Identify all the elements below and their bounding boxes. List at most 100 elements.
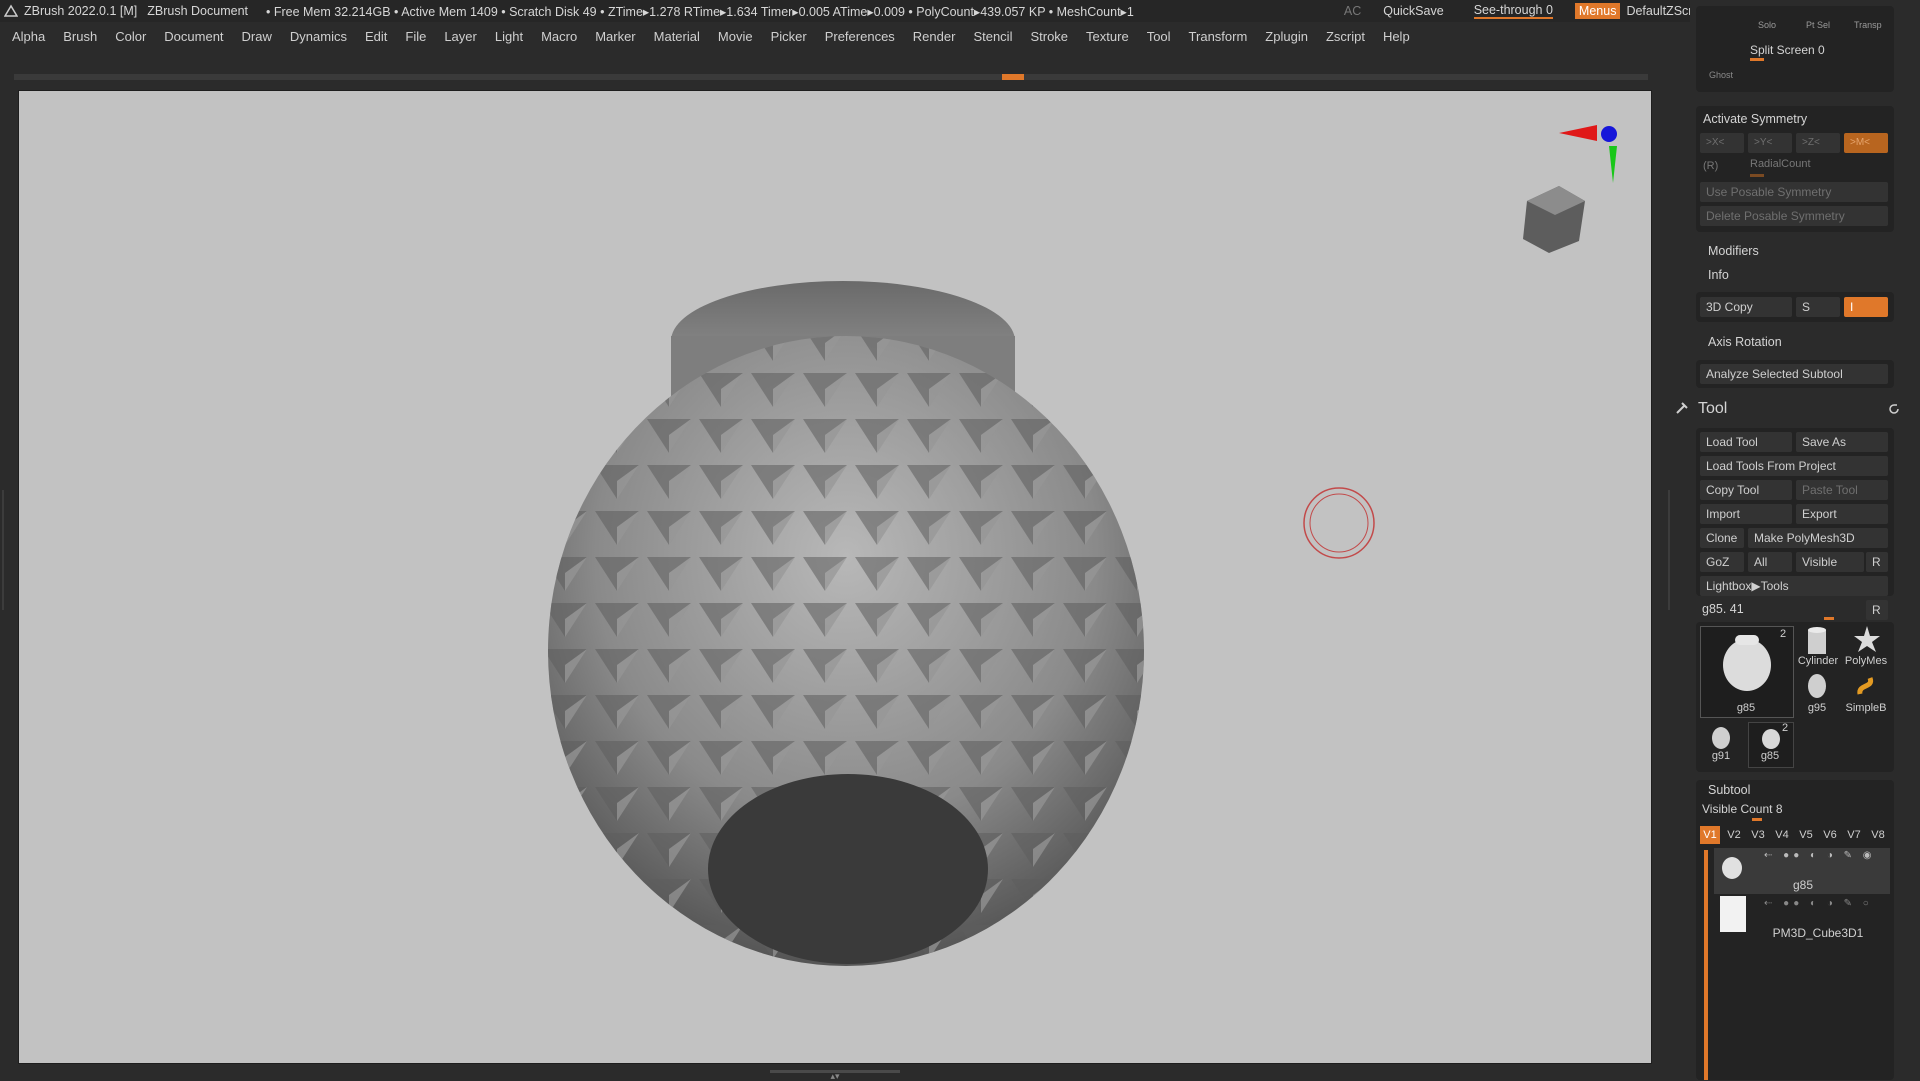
ptsel-button[interactable]: Pt Sel: [1806, 20, 1830, 30]
subtool-header[interactable]: Subtool: [1708, 783, 1750, 797]
ghost-button[interactable]: Ghost: [1709, 70, 1733, 80]
save-as-button[interactable]: Save As: [1796, 432, 1888, 452]
zbrush-logo-icon: [4, 4, 18, 17]
g95-thumb-icon[interactable]: [1806, 672, 1828, 702]
menu-document[interactable]: Document: [164, 29, 223, 44]
menu-macro[interactable]: Macro: [541, 29, 577, 44]
sym-r-toggle[interactable]: (R): [1703, 160, 1718, 172]
canvas-viewport[interactable]: [18, 90, 1652, 1064]
current-tool-slider[interactable]: g85. 41: [1702, 602, 1744, 616]
goz-button[interactable]: GoZ: [1700, 552, 1744, 572]
split-screen-slider[interactable]: Split Screen 0: [1750, 43, 1825, 57]
subtool-tab-v1[interactable]: V1: [1700, 826, 1720, 844]
export-button[interactable]: Export: [1796, 504, 1888, 524]
subtool-tab-v3[interactable]: V3: [1748, 826, 1768, 844]
subtool-tab-v4[interactable]: V4: [1772, 826, 1792, 844]
load-tools-from-project-button[interactable]: Load Tools From Project: [1700, 456, 1888, 476]
make-polymesh3d-button[interactable]: Make PolyMesh3D: [1748, 528, 1888, 548]
menu-marker[interactable]: Marker: [595, 29, 635, 44]
radial-count-slider-fill: [1750, 174, 1764, 177]
timeline-track[interactable]: [14, 74, 1648, 80]
tool-r-button[interactable]: R: [1866, 600, 1888, 620]
goz-r-button[interactable]: R: [1866, 552, 1888, 572]
menu-file[interactable]: File: [405, 29, 426, 44]
menu-stencil[interactable]: Stencil: [973, 29, 1012, 44]
polymesh-star-icon[interactable]: [1852, 624, 1882, 658]
axis-rotation-header[interactable]: Axis Rotation: [1708, 335, 1782, 349]
menu-alpha[interactable]: Alpha: [12, 29, 45, 44]
tool-thumb-simpleb-label: SimpleB: [1845, 702, 1887, 714]
copy3d-s-button[interactable]: S: [1796, 297, 1840, 317]
subtool-item[interactable]: ⇠ ●● ◐ ◑ ✎ ◉ g85: [1714, 848, 1890, 894]
menu-zscript[interactable]: Zscript: [1326, 29, 1365, 44]
simpleb-brush-icon[interactable]: [1854, 672, 1880, 702]
paste-tool-button[interactable]: Paste Tool: [1796, 480, 1888, 500]
menu-light[interactable]: Light: [495, 29, 523, 44]
tool-thumb-cylinder-label: Cylinder: [1797, 655, 1839, 667]
see-through-slider[interactable]: See-through 0: [1473, 3, 1553, 19]
subtool-tab-v6[interactable]: V6: [1820, 826, 1840, 844]
right-tray-handle[interactable]: [1660, 490, 1670, 610]
load-tool-button[interactable]: Load Tool: [1700, 432, 1792, 452]
menu-preferences[interactable]: Preferences: [825, 29, 895, 44]
tool-palette-title[interactable]: Tool: [1698, 400, 1727, 418]
sym-z-button[interactable]: >Z<: [1796, 133, 1840, 153]
subtool-scrollbar[interactable]: [1704, 850, 1708, 1080]
menu-transform[interactable]: Transform: [1189, 29, 1248, 44]
quicksave-button[interactable]: QuickSave: [1383, 4, 1443, 18]
menu-draw[interactable]: Draw: [242, 29, 272, 44]
subtool-item[interactable]: ⇠ ●● ◐ ◑ ✎ ○ PM3D_Cube3D1: [1714, 896, 1890, 942]
subtool-visibility-icons[interactable]: ⇠ ●● ◐ ◑ ✎ ◉: [1764, 850, 1876, 861]
activate-symmetry-button[interactable]: Activate Symmetry: [1703, 112, 1807, 126]
menu-material[interactable]: Material: [654, 29, 700, 44]
transp-button[interactable]: Transp: [1854, 20, 1882, 30]
lightbox-tools-button[interactable]: Lightbox▶Tools: [1700, 576, 1888, 596]
copy-tool-button[interactable]: Copy Tool: [1700, 480, 1792, 500]
menu-zplugin[interactable]: Zplugin: [1265, 29, 1308, 44]
subtool-tab-v2[interactable]: V2: [1724, 826, 1744, 844]
cylinder-thumb-icon[interactable]: [1802, 624, 1832, 658]
subtool-tab-v5[interactable]: V5: [1796, 826, 1816, 844]
subtool-tab-v8[interactable]: V8: [1868, 826, 1888, 844]
modifiers-header[interactable]: Modifiers: [1708, 244, 1759, 258]
bottom-tray-handle[interactable]: ▴▾: [770, 1070, 900, 1081]
sym-m-button[interactable]: >M<: [1844, 133, 1888, 153]
menu-picker[interactable]: Picker: [771, 29, 807, 44]
menu-edit[interactable]: Edit: [365, 29, 387, 44]
tool-thumb-g85-small-label: g85: [1760, 750, 1780, 762]
menu-help[interactable]: Help: [1383, 29, 1410, 44]
menu-layer[interactable]: Layer: [444, 29, 477, 44]
menu-stroke[interactable]: Stroke: [1030, 29, 1068, 44]
g91-thumb-icon[interactable]: [1710, 722, 1732, 752]
timeline-marker[interactable]: [1002, 74, 1024, 80]
sym-y-button[interactable]: >Y<: [1748, 133, 1792, 153]
copy3d-i-button[interactable]: I: [1844, 297, 1888, 317]
solo-button[interactable]: Solo: [1758, 20, 1776, 30]
menus-toggle[interactable]: Menus: [1574, 3, 1621, 19]
menu-texture[interactable]: Texture: [1086, 29, 1129, 44]
sym-x-button[interactable]: >X<: [1700, 133, 1744, 153]
subtool-tab-v7[interactable]: V7: [1844, 826, 1864, 844]
menu-tool[interactable]: Tool: [1147, 29, 1171, 44]
use-posable-symmetry-button[interactable]: Use Posable Symmetry: [1700, 182, 1888, 202]
subtool-visibility-icons[interactable]: ⇠ ●● ◐ ◑ ✎ ○: [1764, 898, 1873, 909]
menu-dynamics[interactable]: Dynamics: [290, 29, 347, 44]
analyze-subtool-button[interactable]: Analyze Selected Subtool: [1700, 364, 1888, 384]
import-button[interactable]: Import: [1700, 504, 1792, 524]
left-tray-handle[interactable]: [2, 490, 12, 610]
menu-render[interactable]: Render: [913, 29, 956, 44]
visible-count-slider[interactable]: Visible Count 8: [1702, 802, 1783, 816]
goz-visible-button[interactable]: Visible: [1796, 552, 1864, 572]
copy3d-button[interactable]: 3D Copy: [1700, 297, 1792, 317]
menu-brush[interactable]: Brush: [63, 29, 97, 44]
menu-color[interactable]: Color: [115, 29, 146, 44]
menu-movie[interactable]: Movie: [718, 29, 753, 44]
info-header[interactable]: Info: [1708, 268, 1729, 282]
subtool-item-name: g85: [1792, 878, 1814, 892]
radial-count-slider[interactable]: RadialCount: [1750, 158, 1811, 170]
reset-icon[interactable]: [1888, 403, 1900, 415]
goz-all-button[interactable]: All: [1748, 552, 1792, 572]
visible-count-slider-knob: [1752, 818, 1762, 821]
delete-posable-symmetry-button[interactable]: Delete Posable Symmetry: [1700, 206, 1888, 226]
clone-button[interactable]: Clone: [1700, 528, 1744, 548]
